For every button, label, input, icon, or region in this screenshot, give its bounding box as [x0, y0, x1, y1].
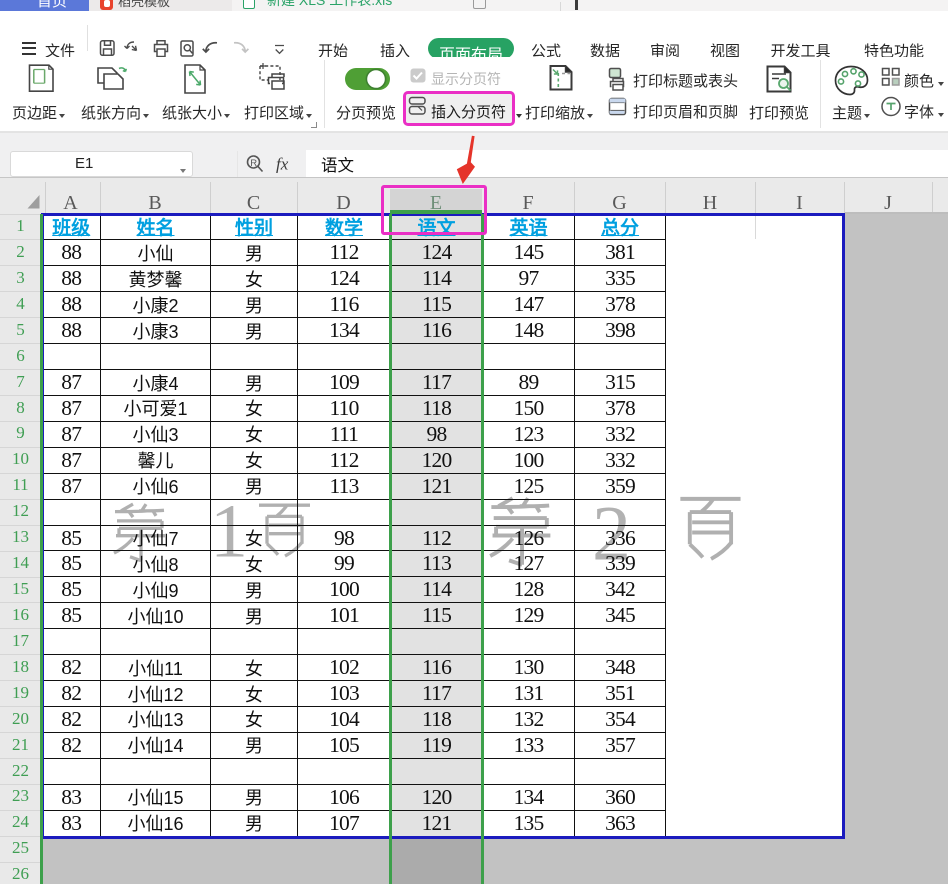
svg-text:R: R — [250, 158, 257, 169]
svg-text:fx: fx — [276, 155, 289, 174]
